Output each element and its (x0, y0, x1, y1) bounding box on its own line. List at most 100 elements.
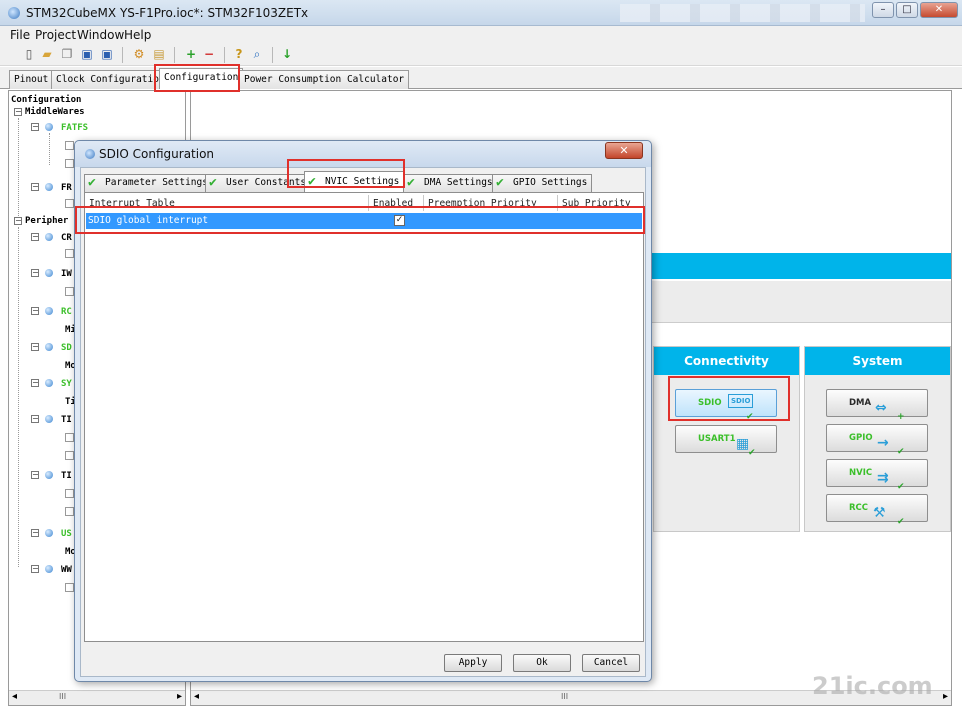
collapse-icon[interactable]: − (31, 471, 39, 479)
save-as-icon[interactable]: ▣ (100, 47, 114, 61)
check-icon: ✔ (209, 175, 217, 190)
tree-sy[interactable]: SY (61, 379, 72, 389)
tree-middlewares[interactable]: MiddleWares (25, 107, 85, 117)
dma-icon: ⇔ (875, 400, 887, 416)
scroll-left-icon[interactable]: ◂ (12, 691, 17, 702)
tree-fr[interactable]: FR (61, 183, 72, 193)
scroll-grip[interactable]: III (59, 692, 66, 701)
tree-checkbox[interactable] (65, 159, 74, 168)
tree-ti1[interactable]: TI (61, 415, 72, 425)
apply-button[interactable]: Apply (444, 654, 502, 672)
minimize-button[interactable]: – (872, 2, 894, 18)
menu-file[interactable]: File (10, 28, 30, 42)
tree-checkbox[interactable] (65, 489, 74, 498)
new-project-icon[interactable]: ▯ (22, 47, 36, 61)
collapse-icon[interactable]: − (31, 415, 39, 423)
usart1-button[interactable]: USART1 ▦ ✔ (675, 425, 777, 458)
help-icon[interactable]: ? (232, 47, 246, 61)
tree-checkbox[interactable] (65, 287, 74, 296)
tree-checkbox[interactable] (65, 451, 74, 460)
report-icon[interactable]: ▤ (152, 47, 166, 61)
tree-checkbox[interactable] (65, 507, 74, 516)
scroll-right-icon[interactable]: ▸ (177, 691, 182, 702)
tree-checkbox[interactable] (65, 199, 74, 208)
nvic-icon: ⇉ (877, 470, 889, 486)
close-button[interactable]: ✕ (920, 2, 958, 18)
save-icon[interactable]: ▣ (80, 47, 94, 61)
toolbar-separator (122, 47, 123, 63)
toolbar: ▯ ▰ ❐ ▣ ▣ ⚙ ▤ + − ? ⌕ ↓ (0, 44, 962, 66)
gpio-button[interactable]: GPIO → ✔ (826, 424, 928, 457)
search-icon[interactable]: ⌕ (250, 47, 264, 61)
menu-window[interactable]: Window (77, 28, 124, 42)
collapse-icon[interactable]: − (31, 269, 39, 277)
zoom-in-icon[interactable]: + (184, 47, 198, 61)
collapse-icon[interactable]: − (31, 565, 39, 573)
node-icon (45, 415, 53, 423)
node-icon (45, 565, 53, 573)
tree-cr[interactable]: CR (61, 233, 72, 243)
tree-ti2[interactable]: TI (61, 471, 72, 481)
scroll-right-icon[interactable]: ▸ (943, 691, 948, 702)
open-icon[interactable]: ▰ (40, 47, 54, 61)
collapse-icon[interactable]: − (14, 108, 22, 116)
tree-rc[interactable]: RC (61, 307, 72, 317)
rcc-button[interactable]: RCC ⚒ ✔ (826, 494, 928, 527)
dma-button[interactable]: DMA ⇔ + (826, 389, 928, 422)
collapse-icon[interactable]: − (31, 379, 39, 387)
node-icon (45, 307, 53, 315)
menu-project[interactable]: Project (35, 28, 76, 42)
tree-checkbox[interactable] (65, 433, 74, 442)
tab-label: GPIO Settings (513, 177, 588, 188)
tree-iw[interactable]: IW (61, 269, 72, 279)
collapse-icon[interactable]: − (31, 343, 39, 351)
tree-fatfs[interactable]: FATFS (61, 123, 88, 133)
cancel-button[interactable]: Cancel (582, 654, 640, 672)
app-icon (8, 7, 20, 19)
tab-parameter-settings[interactable]: ✔ Parameter Settings (84, 174, 213, 192)
check-icon: ✔ (897, 517, 905, 527)
copy-icon[interactable]: ❐ (60, 47, 74, 61)
tab-gpio-settings[interactable]: ✔ GPIO Settings (492, 174, 593, 192)
category-body-band (651, 281, 951, 323)
tree-us[interactable]: US (61, 529, 72, 539)
node-icon (45, 269, 53, 277)
collapse-icon[interactable]: − (31, 529, 39, 537)
tree-peripherals[interactable]: Peripher (25, 216, 68, 226)
main-tab-bar: Pinout Clock Configuration Configuration… (0, 67, 962, 89)
tree-checkbox[interactable] (65, 141, 74, 150)
check-icon: ✔ (88, 175, 96, 190)
scroll-left-icon[interactable]: ◂ (194, 691, 199, 702)
ok-button[interactable]: Ok (513, 654, 571, 672)
tree-checkbox[interactable] (65, 249, 74, 258)
collapse-icon[interactable]: − (31, 123, 39, 131)
node-icon (45, 471, 53, 479)
tree-horizontal-scrollbar[interactable]: ◂ III ▸ (9, 690, 185, 705)
toolbar-separator (272, 47, 273, 63)
collapse-icon[interactable]: − (31, 307, 39, 315)
menu-help[interactable]: Help (124, 28, 151, 42)
tree-root: Configuration (11, 95, 82, 105)
rcc-label: RCC (849, 503, 869, 513)
tree-checkbox[interactable] (65, 583, 74, 592)
zoom-out-icon[interactable]: − (202, 47, 216, 61)
toolbar-separator (224, 47, 225, 63)
tab-dma-settings[interactable]: ✔ DMA Settings (403, 174, 498, 192)
collapse-icon[interactable]: − (14, 217, 22, 225)
generate-code-icon[interactable]: ↓ (280, 47, 294, 61)
nvic-button[interactable]: NVIC ⇉ ✔ (826, 459, 928, 492)
tab-power-consumption[interactable]: Power Consumption Calculator (239, 70, 410, 89)
collapse-icon[interactable]: − (31, 233, 39, 241)
nvic-label: NVIC (849, 468, 873, 478)
collapse-icon[interactable]: − (31, 183, 39, 191)
rcc-icon: ⚒ (873, 505, 886, 521)
scroll-grip[interactable]: III (561, 692, 568, 701)
maximize-button[interactable]: □ (896, 2, 918, 18)
window-titlebar: STM32CubeMX YS-F1Pro.ioc*: STM32F103ZETx… (0, 0, 962, 26)
generate-report-icon[interactable]: ⚙ (132, 47, 146, 61)
tree-sd[interactable]: SD (61, 343, 72, 353)
tab-clock-configuration[interactable]: Clock Configuration (51, 70, 170, 89)
tab-pinout[interactable]: Pinout (9, 70, 54, 89)
dialog-close-button[interactable]: ✕ (605, 142, 643, 159)
tree-ww[interactable]: WW (61, 565, 72, 575)
